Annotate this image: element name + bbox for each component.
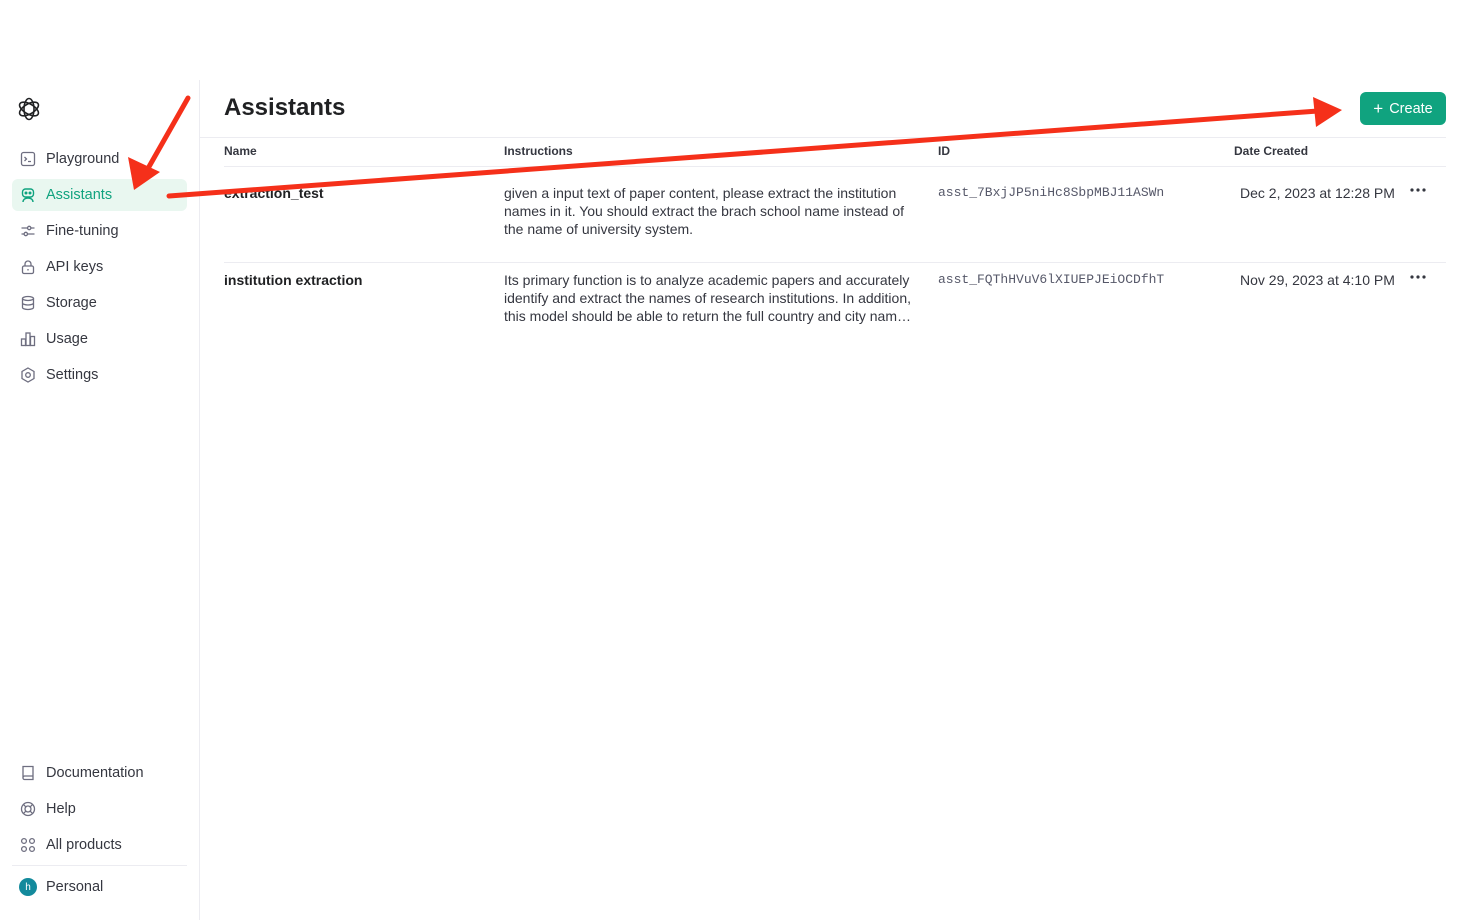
lock-icon (19, 258, 37, 276)
sidebar: Playground Assistants Fine-tuning API ke… (0, 80, 200, 920)
sliders-icon (19, 222, 37, 240)
book-icon (19, 764, 37, 782)
account-switcher[interactable]: h Personal (12, 871, 187, 903)
assistant-instructions: Its primary function is to analyze acade… (504, 272, 912, 324)
terminal-icon (19, 150, 37, 168)
assistant-id: asst_FQThHVuV6lXIUEPJEiOCDfhT (938, 272, 1165, 287)
assistant-id: asst_7BxjJP5niHc8SbpMBJ11ASWn (938, 185, 1165, 200)
sidebar-nav: Playground Assistants Fine-tuning API ke… (12, 143, 187, 395)
assistant-name: extraction_test (224, 185, 324, 201)
avatar: h (19, 878, 37, 896)
sidebar-item-storage[interactable]: Storage (12, 287, 187, 319)
create-button[interactable]: + Create (1360, 92, 1446, 125)
sidebar-item-all-products[interactable]: All products (12, 829, 187, 861)
main-content: Assistants + Create Name Instructions ID… (200, 80, 1470, 920)
sidebar-item-help[interactable]: Help (12, 793, 187, 825)
sidebar-item-label: Documentation (46, 765, 144, 781)
openai-logo-icon[interactable] (16, 96, 42, 122)
more-options-icon[interactable] (1408, 180, 1428, 200)
database-icon (19, 294, 37, 312)
assistant-name: institution extraction (224, 272, 363, 288)
page-title: Assistants (224, 94, 346, 121)
table-row[interactable]: institution extraction Its primary funct… (224, 263, 1446, 349)
sidebar-item-fine-tuning[interactable]: Fine-tuning (12, 215, 187, 247)
avatar-initial: h (19, 878, 37, 896)
sidebar-item-label: Usage (46, 331, 88, 347)
sidebar-footer: Documentation Help All products h Person… (12, 757, 187, 907)
sidebar-item-label: Help (46, 801, 76, 817)
sidebar-item-api-keys[interactable]: API keys (12, 251, 187, 283)
sidebar-item-label: Assistants (46, 187, 113, 203)
sidebar-item-label: API keys (46, 259, 104, 275)
sidebar-item-settings[interactable]: Settings (12, 359, 187, 391)
sidebar-item-label: All products (46, 837, 122, 853)
assistant-date-created: Nov 29, 2023 at 4:10 PM (1240, 272, 1395, 288)
create-button-label: Create (1389, 100, 1433, 117)
assistant-date-created: Dec 2, 2023 at 12:28 PM (1240, 185, 1395, 201)
sidebar-item-label: Playground (46, 151, 120, 167)
plus-icon: + (1373, 99, 1384, 118)
robot-icon (19, 186, 37, 204)
column-header-date-created[interactable]: Date Created (1234, 144, 1308, 158)
table-header: Name Instructions ID Date Created (224, 142, 1446, 167)
lifebuoy-icon (19, 800, 37, 818)
sidebar-item-label: Storage (46, 295, 97, 311)
sidebar-item-documentation[interactable]: Documentation (12, 757, 187, 789)
header-divider (200, 137, 1446, 138)
sidebar-divider (12, 865, 187, 866)
column-header-name[interactable]: Name (224, 144, 257, 158)
account-label: Personal (46, 879, 104, 895)
sidebar-item-label: Settings (46, 367, 99, 383)
table-row[interactable]: extraction_test given a input text of pa… (224, 176, 1446, 263)
column-header-instructions[interactable]: Instructions (504, 144, 573, 158)
assistant-instructions: given a input text of paper content, ple… (504, 185, 905, 237)
grid-icon (19, 836, 37, 854)
bar-chart-icon (19, 330, 37, 348)
sidebar-item-usage[interactable]: Usage (12, 323, 187, 355)
gear-icon (19, 366, 37, 384)
more-options-icon[interactable] (1408, 267, 1428, 287)
sidebar-item-assistants[interactable]: Assistants (12, 179, 187, 211)
sidebar-item-playground[interactable]: Playground (12, 143, 187, 175)
sidebar-item-label: Fine-tuning (46, 223, 119, 239)
column-header-id[interactable]: ID (938, 144, 950, 158)
